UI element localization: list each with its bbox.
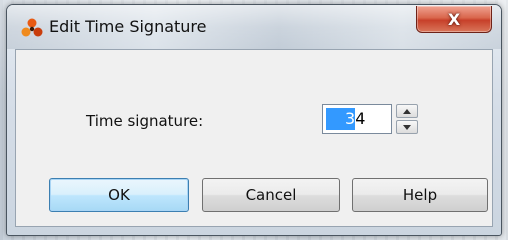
spin-down-arrow-icon — [403, 124, 411, 130]
spin-down-button[interactable] — [396, 120, 418, 134]
time-signature-value: 34 — [345, 109, 365, 128]
title-bar[interactable]: Edit Time Signature X — [7, 5, 501, 49]
spin-up-button[interactable] — [396, 104, 418, 118]
dialog-title: Edit Time Signature — [49, 17, 207, 36]
cancel-button[interactable]: Cancel — [202, 178, 340, 212]
time-signature-spinner — [396, 104, 418, 134]
help-button[interactable]: Help — [352, 178, 488, 212]
ok-button[interactable]: OK — [49, 178, 189, 212]
selected-digit: 3 — [345, 109, 356, 128]
dialog-content: Time signature: 34 OK Cancel Help — [15, 49, 493, 227]
time-signature-input[interactable]: 34 — [322, 104, 392, 134]
unselected-digit: 4 — [355, 109, 366, 128]
edit-time-signature-dialog: Edit Time Signature X Time signature: 34… — [6, 4, 502, 236]
time-signature-label: Time signature: — [86, 112, 204, 130]
close-icon: X — [447, 9, 461, 29]
close-button[interactable]: X — [416, 6, 492, 33]
spin-up-arrow-icon — [403, 108, 411, 114]
app-icon — [21, 18, 43, 37]
